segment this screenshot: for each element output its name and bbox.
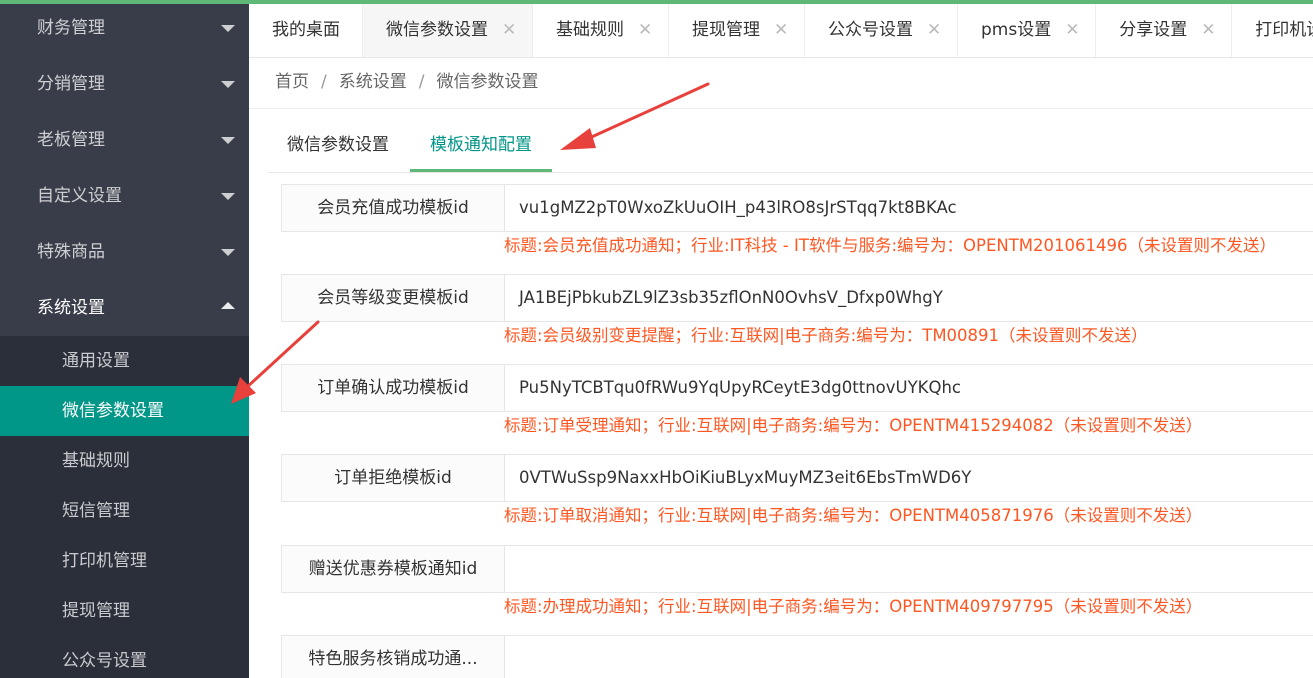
sidebar-menu-custom-settings[interactable]: 自定义设置 — [0, 168, 249, 224]
tab-wechat-params[interactable]: 微信参数设置 ✕ — [363, 4, 533, 57]
tab-label: 微信参数设置 — [386, 20, 488, 40]
sidebar-submenu: 通用设置 微信参数设置 基础规则 短信管理 打印机管理 提现管理 公众号设置 — [0, 336, 249, 678]
tab-label: 我的桌面 — [272, 20, 340, 40]
caret-down-icon — [221, 25, 235, 32]
coupon-template-id-input[interactable] — [504, 545, 1313, 593]
tab-wechat-parameter-settings[interactable]: 微信参数设置 — [287, 125, 389, 172]
sidebar-item-printer[interactable]: 打印机管理 — [0, 536, 249, 586]
sidebar-menu-label: 自定义设置 — [37, 186, 122, 206]
field-hint: 标题:会员级别变更提醒；行业:互联网|电子商务:编号为：TM00891（未设置则… — [504, 326, 1148, 345]
field-hint: 标题:订单受理通知；行业:互联网|电子商务:编号为：OPENTM41529408… — [504, 416, 1203, 435]
tab-label: 分享设置 — [1119, 20, 1188, 40]
sidebar-menu-label: 特殊商品 — [37, 242, 105, 262]
sidebar-item-withdrawal[interactable]: 提现管理 — [0, 586, 249, 636]
field-label: 订单确认成功模板id — [281, 364, 505, 412]
sidebar-item-basic-rules[interactable]: 基础规则 — [0, 436, 249, 486]
tab-label: 公众号设置 — [828, 20, 913, 40]
top-accent-line — [0, 0, 1313, 4]
tab-label: 提现管理 — [692, 20, 760, 40]
tab-label: 打印机设置 — [1255, 20, 1313, 40]
field-label: 会员等级变更模板id — [281, 274, 505, 322]
tab-label: pms设置 — [981, 20, 1052, 40]
breadcrumb-separator: / — [321, 72, 327, 92]
sidebar-menu-boss[interactable]: 老板管理 — [0, 112, 249, 168]
tab-my-desktop[interactable]: 我的桌面 — [249, 4, 363, 57]
breadcrumb-home[interactable]: 首页 — [275, 72, 309, 92]
sidebar-item-general-settings[interactable]: 通用设置 — [0, 336, 249, 386]
sidebar: 财务管理 分销管理 老板管理 自定义设置 特殊商品 系统设置 通用设置 微信参数… — [0, 0, 249, 678]
sidebar-item-official-account[interactable]: 公众号设置 — [0, 636, 249, 678]
level-change-template-id-input[interactable]: JA1BEjPbkubZL9lZ3sb35zflOnN0OvhsV_Dfxp0W… — [504, 274, 1313, 322]
sidebar-menu-finance[interactable]: 财务管理 — [0, 0, 249, 56]
breadcrumb: 首页 / 系统设置 / 微信参数设置 — [275, 70, 538, 94]
tab-label: 基础规则 — [556, 20, 624, 40]
caret-down-icon — [221, 81, 235, 88]
caret-down-icon — [221, 249, 235, 256]
caret-down-icon — [221, 193, 235, 200]
sidebar-menu-label: 系统设置 — [37, 298, 105, 318]
field-hint: 标题:订单取消通知；行业:互联网|电子商务:编号为：OPENTM40587197… — [504, 506, 1203, 525]
tab-official-account[interactable]: 公众号设置 ✕ — [805, 4, 958, 57]
tab-printer[interactable]: 打印机设置 — [1232, 4, 1313, 57]
field-hint: 标题:办理成功通知；行业:互联网|电子商务:编号为：OPENTM40979779… — [504, 597, 1203, 616]
close-icon[interactable]: ✕ — [1051, 4, 1095, 57]
settings-tabs: 微信参数设置 模板通知配置 — [268, 125, 1313, 173]
special-service-template-id-input[interactable] — [504, 635, 1313, 678]
field-label: 赠送优惠券模板通知id — [281, 545, 505, 593]
recharge-template-id-input[interactable]: vu1gMZ2pT0WxoZkUuOIH_p43lRO8sJrSTqq7kt8B… — [504, 184, 1313, 232]
tab-withdrawal[interactable]: 提现管理 ✕ — [669, 4, 805, 57]
tab-share[interactable]: 分享设置 ✕ — [1096, 4, 1233, 57]
close-icon[interactable]: ✕ — [624, 4, 668, 57]
close-icon[interactable]: ✕ — [913, 4, 957, 57]
field-label: 特色服务核销成功通... — [281, 635, 505, 678]
field-label: 会员充值成功模板id — [281, 184, 505, 232]
sidebar-menu-label: 老板管理 — [37, 130, 105, 150]
divider — [249, 108, 1313, 109]
close-icon[interactable]: ✕ — [760, 4, 804, 57]
close-icon[interactable]: ✕ — [1187, 4, 1231, 57]
caret-up-icon — [221, 302, 235, 309]
sidebar-item-sms[interactable]: 短信管理 — [0, 486, 249, 536]
sidebar-menu-special-goods[interactable]: 特殊商品 — [0, 224, 249, 280]
page-tabs-bar: 我的桌面 微信参数设置 ✕ 基础规则 ✕ 提现管理 ✕ 公众号设置 ✕ pms设置 ✕ 分… — [249, 4, 1313, 58]
breadcrumb-separator: / — [418, 72, 425, 92]
sidebar-menu-label: 分销管理 — [37, 74, 105, 94]
field-hint: 标题:会员充值成功通知；行业:IT科技 - IT软件与服务:编号为：OPENTM… — [504, 236, 1277, 255]
tab-basic-rules[interactable]: 基础规则 ✕ — [533, 4, 669, 57]
order-confirm-template-id-input[interactable]: Pu5NyTCBTqu0fRWu9YqUpyRCeytE3dg0ttnovUYK… — [504, 364, 1313, 412]
sidebar-menu-distribution[interactable]: 分销管理 — [0, 56, 249, 112]
tab-template-notification-config[interactable]: 模板通知配置 — [410, 125, 552, 172]
field-label: 订单拒绝模板id — [281, 454, 505, 502]
close-icon[interactable]: ✕ — [488, 4, 532, 57]
breadcrumb-system-settings[interactable]: 系统设置 — [339, 72, 407, 92]
sidebar-menu-label: 财务管理 — [37, 18, 105, 38]
order-reject-template-id-input[interactable]: 0VTWuSsp9NaxxHbOiKiuBLyxMuyMZ3eit6EbsTmW… — [504, 454, 1313, 502]
sidebar-menu-system-settings[interactable]: 系统设置 — [0, 280, 249, 336]
tab-pms[interactable]: pms设置 ✕ — [958, 4, 1097, 57]
breadcrumb-current: 微信参数设置 — [436, 72, 539, 92]
caret-down-icon — [221, 137, 235, 144]
sidebar-item-wechat-params[interactable]: 微信参数设置 — [0, 386, 249, 436]
